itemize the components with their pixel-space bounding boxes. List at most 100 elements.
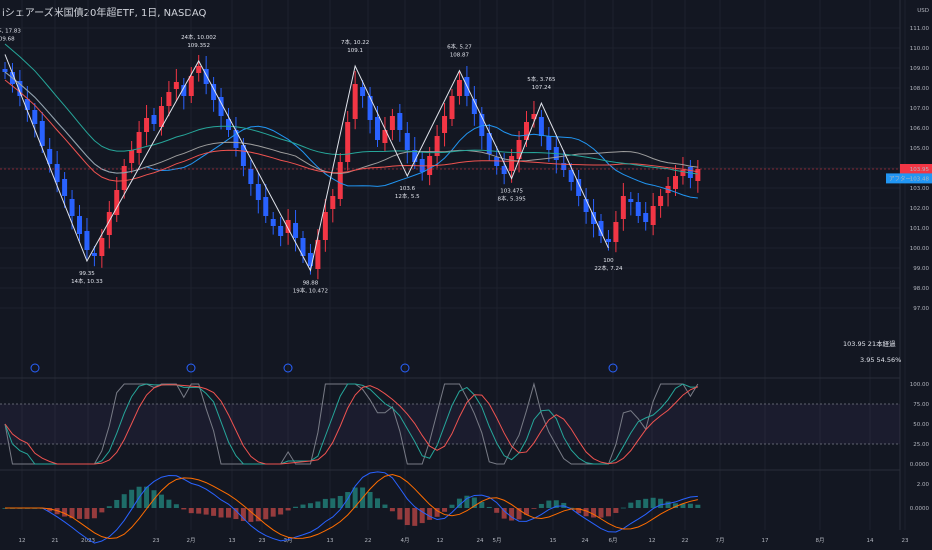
price-tick-label: 108.00 [910, 86, 930, 92]
candle-body [91, 253, 97, 256]
macd-histogram-bar [605, 508, 611, 517]
candle-body [650, 206, 656, 225]
pivot-label: 98.88 [303, 280, 319, 286]
pivot-label: 11本, 17.83 [0, 26, 21, 34]
macd-histogram-bar [382, 504, 388, 508]
candle-body [456, 80, 462, 96]
macd-histogram-bar [173, 504, 179, 508]
candle-body [99, 238, 105, 256]
macd-histogram-bar [345, 492, 351, 508]
macd-histogram-bar [307, 503, 313, 508]
macd-tick-label: 2.00 [917, 482, 930, 488]
candle-body [151, 115, 157, 124]
macd-histogram-bar [591, 508, 597, 518]
currency-label: USD [917, 8, 929, 14]
candle-body [449, 96, 455, 119]
macd-histogram-bar [166, 499, 172, 508]
macd-histogram-bar [263, 508, 269, 520]
candle-body [77, 216, 82, 234]
candle-body [136, 132, 142, 153]
candle-body [2, 69, 8, 72]
candle-body [32, 110, 38, 124]
macd-histogram-bar [158, 494, 164, 508]
time-tick-label: 5月 [493, 537, 502, 544]
time-tick-label: 22 [682, 538, 689, 544]
candle-body [293, 223, 299, 238]
pivot-label: 8本, 5.395 [497, 195, 526, 203]
macd-histogram-bar [404, 508, 410, 526]
pivot-label: 99.35 [79, 271, 95, 277]
stoch-tick-label: 75.00 [913, 402, 929, 408]
candle-body [69, 199, 75, 216]
pivot-label: 5本, 3.765 [527, 75, 556, 83]
candle-body [188, 76, 194, 96]
candle-body [121, 166, 127, 190]
candle-body [538, 117, 544, 136]
candle-body [352, 84, 358, 119]
stoch-tick-label: 50.00 [913, 422, 929, 428]
macd-histogram-bar [635, 500, 641, 508]
price-tick-label: 103.00 [910, 186, 930, 192]
candle-body [62, 179, 68, 196]
stoch-tick-label: 0.0000 [910, 462, 930, 468]
price-tick-label: 105.00 [910, 146, 930, 152]
macd-histogram-bar [665, 501, 671, 508]
candle-body [263, 197, 269, 216]
candle-body [397, 113, 403, 130]
candle-body [442, 116, 448, 133]
after-hours-label: アフター [889, 174, 911, 182]
candle-body [270, 219, 276, 226]
macd-histogram-bar [270, 508, 276, 517]
macd-histogram-bar [494, 508, 500, 513]
macd-histogram-bar [598, 508, 604, 518]
time-tick-label: 22 [365, 538, 372, 544]
macd-histogram-bar [188, 508, 194, 514]
time-tick-label: 24 [582, 538, 589, 544]
macd-histogram-bar [196, 508, 202, 514]
time-tick-label: 12 [649, 538, 656, 544]
candle-body [166, 92, 172, 106]
macd-histogram-bar [121, 494, 127, 508]
macd-histogram-bar [99, 508, 105, 513]
macd-histogram-bar [389, 508, 395, 512]
pivot-label: 24本, 10.002 [181, 33, 216, 41]
pivot-label: 14本, 10.33 [71, 277, 103, 285]
macd-histogram-bar [322, 498, 328, 508]
price-chart[interactable]: 111.00 110.00 109.00 108.00 107.00 106.00 105.… [0, 0, 932, 550]
macd-histogram-bar [218, 508, 224, 518]
time-tick-label: 6月 [609, 537, 618, 544]
candle-body [337, 162, 343, 199]
pivot-label: 103.475 [500, 189, 523, 195]
price-tick-label: 97.00 [913, 306, 929, 312]
time-tick-label: 23 [259, 538, 266, 544]
candle-body [628, 199, 634, 202]
time-tick-label: 21 [52, 538, 59, 544]
stoch-tick-label: 100.00 [910, 382, 930, 388]
candle-body [173, 82, 179, 89]
macd-histogram-bar [375, 498, 380, 508]
macd-histogram-bar [203, 508, 209, 515]
pivot-label: 108.87 [450, 53, 470, 59]
macd-histogram-bar [650, 497, 656, 508]
macd-histogram-bar [337, 495, 343, 508]
candle-body [613, 222, 619, 242]
macd-histogram-bar [613, 508, 619, 513]
candle-body [635, 202, 641, 216]
after-hours-price: 103.48 [910, 176, 930, 182]
macd-histogram-bar [91, 508, 97, 519]
macd-histogram-bar [181, 508, 187, 510]
candle-body [129, 150, 135, 163]
price-tick-label: 110.00 [910, 46, 930, 52]
time-tick-label: 23 [153, 538, 160, 544]
macd-histogram-bar [397, 508, 403, 520]
candle-body [643, 213, 649, 222]
candle-body [695, 169, 701, 181]
candle-body [330, 196, 336, 209]
candle-body [144, 118, 150, 132]
candle-body [591, 212, 597, 224]
macd-histogram-bar [442, 508, 448, 512]
macd-histogram-bar [129, 489, 135, 508]
macd-histogram-bar [315, 501, 321, 508]
macd-histogram-bar [687, 503, 693, 508]
candle-body [39, 121, 45, 146]
